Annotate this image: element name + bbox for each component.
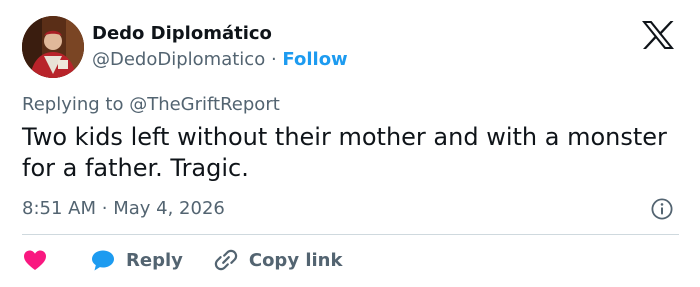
reply-label: Reply bbox=[126, 249, 183, 271]
reply-bubble-icon bbox=[92, 250, 114, 271]
timestamp-separator: · bbox=[101, 198, 108, 219]
copy-link-label: Copy link bbox=[248, 249, 343, 271]
tweet-time: 8:51 AM bbox=[22, 198, 96, 219]
author-handle[interactable]: @DedoDiplomatico bbox=[92, 49, 265, 70]
handle-separator: · bbox=[270, 49, 277, 70]
author-name[interactable]: Dedo Diplomático bbox=[92, 22, 272, 46]
author-handle-row: @DedoDiplomatico · Follow bbox=[92, 48, 348, 72]
tweet-timestamp[interactable]: 8:51 AM · May 4, 2026 bbox=[22, 196, 225, 222]
reply-button[interactable]: Reply bbox=[90, 248, 183, 272]
like-button[interactable] bbox=[22, 248, 48, 272]
reply-context-prefix: Replying to bbox=[22, 94, 130, 115]
action-bar: Reply Copy link bbox=[22, 246, 342, 274]
copy-link-button[interactable]: Copy link bbox=[213, 247, 343, 273]
tweet-card: Dedo Diplomático @DedoDiplomatico · Foll… bbox=[0, 0, 700, 287]
tweet-date: May 4, 2026 bbox=[113, 198, 225, 219]
info-icon[interactable] bbox=[651, 198, 673, 220]
heart-icon bbox=[24, 250, 46, 270]
reply-context: Replying to @TheGriftReport bbox=[22, 92, 280, 118]
reply-target-handle[interactable]: @TheGriftReport bbox=[129, 94, 280, 115]
x-logo-icon[interactable] bbox=[641, 20, 675, 50]
tweet-text: Two kids left without their mother and w… bbox=[22, 123, 667, 182]
avatar-portrait-image bbox=[22, 16, 84, 78]
avatar[interactable] bbox=[22, 16, 84, 78]
divider bbox=[22, 234, 679, 235]
follow-button[interactable]: Follow bbox=[282, 49, 347, 70]
link-icon bbox=[214, 249, 238, 271]
